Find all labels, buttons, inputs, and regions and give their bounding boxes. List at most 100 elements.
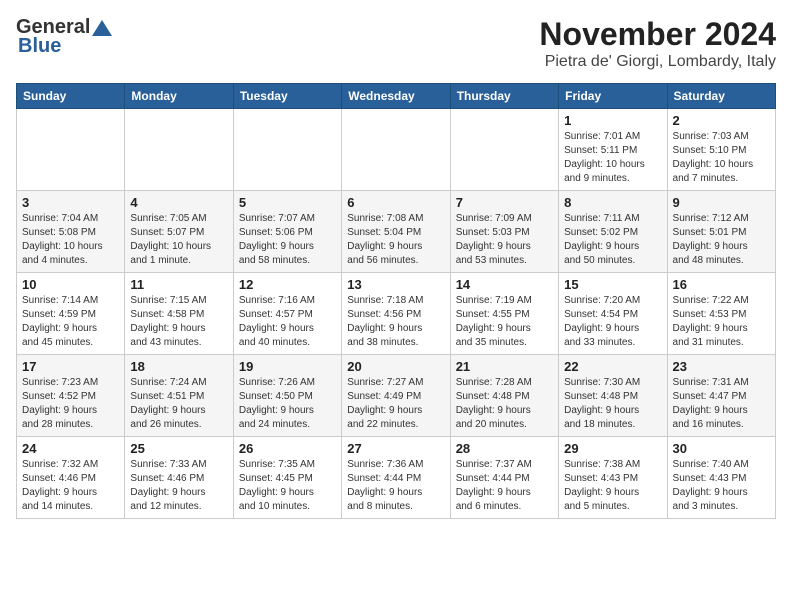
- location-subtitle: Pietra de' Giorgi, Lombardy, Italy: [539, 53, 776, 71]
- weekday-header-thursday: Thursday: [450, 84, 558, 109]
- week-row-1: 1Sunrise: 7:01 AM Sunset: 5:11 PM Daylig…: [17, 109, 776, 191]
- day-number: 21: [456, 359, 553, 374]
- day-info: Sunrise: 7:09 AM Sunset: 5:03 PM Dayligh…: [456, 212, 553, 268]
- day-number: 13: [347, 277, 444, 292]
- day-info: Sunrise: 7:08 AM Sunset: 5:04 PM Dayligh…: [347, 212, 444, 268]
- day-number: 29: [564, 441, 661, 456]
- calendar-cell: 19Sunrise: 7:26 AM Sunset: 4:50 PM Dayli…: [233, 355, 341, 437]
- calendar-cell: 16Sunrise: 7:22 AM Sunset: 4:53 PM Dayli…: [667, 273, 775, 355]
- calendar-cell: 9Sunrise: 7:12 AM Sunset: 5:01 PM Daylig…: [667, 191, 775, 273]
- day-info: Sunrise: 7:36 AM Sunset: 4:44 PM Dayligh…: [347, 458, 444, 514]
- day-number: 27: [347, 441, 444, 456]
- weekday-header-monday: Monday: [125, 84, 233, 109]
- day-number: 5: [239, 195, 336, 210]
- day-info: Sunrise: 7:18 AM Sunset: 4:56 PM Dayligh…: [347, 294, 444, 350]
- calendar-cell: 14 Sunrise: 7:19 AM Sunset: 4:55 PM Dayli…: [450, 273, 558, 355]
- day-info: Sunrise: 7:16 AM Sunset: 4:57 PM Dayligh…: [239, 294, 336, 350]
- day-info: Sunrise: 7:05 AM Sunset: 5:07 PM Dayligh…: [130, 212, 227, 268]
- calendar-cell: 2 Sunrise: 7:03 AM Sunset: 5:10 PM Daylig…: [667, 109, 775, 191]
- day-number: 11: [130, 277, 227, 292]
- day-info: Sunrise: 7:11 AM Sunset: 5:02 PM Dayligh…: [564, 212, 661, 268]
- logo: General Blue: [16, 16, 112, 58]
- calendar-cell: 12 Sunrise: 7:16 AM Sunset: 4:57 PM Dayli…: [233, 273, 341, 355]
- day-info: Sunrise: 7:26 AM Sunset: 4:50 PM Dayligh…: [239, 376, 336, 432]
- day-info: Sunrise: 7:27 AM Sunset: 4:49 PM Dayligh…: [347, 376, 444, 432]
- week-row-3: 10 Sunrise: 7:14 AM Sunset: 4:59 PM Dayli…: [17, 273, 776, 355]
- calendar-table: SundayMondayTuesdayWednesdayThursdayFrid…: [16, 83, 776, 519]
- day-number: 2: [673, 113, 770, 128]
- day-number: 10: [22, 277, 119, 292]
- day-number: 6: [347, 195, 444, 210]
- day-info: Sunrise: 7:37 AM Sunset: 4:44 PM Dayligh…: [456, 458, 553, 514]
- weekday-header-friday: Friday: [559, 84, 667, 109]
- calendar-cell: 17 Sunrise: 7:23 AM Sunset: 4:52 PM Dayli…: [17, 355, 125, 437]
- day-number: 28: [456, 441, 553, 456]
- calendar-cell: 5 Sunrise: 7:07 AM Sunset: 5:06 PM Daylig…: [233, 191, 341, 273]
- calendar-cell: 8 Sunrise: 7:11 AM Sunset: 5:02 PM Daylig…: [559, 191, 667, 273]
- calendar-cell: 18 Sunrise: 7:24 AM Sunset: 4:51 PM Dayli…: [125, 355, 233, 437]
- title-section: November 2024 Pietra de' Giorgi, Lombard…: [539, 16, 776, 71]
- calendar-cell: 22 Sunrise: 7:30 AM Sunset: 4:48 PM Dayli…: [559, 355, 667, 437]
- day-number: 12: [239, 277, 336, 292]
- calendar-cell: 24 Sunrise: 7:32 AM Sunset: 4:46 PM Dayli…: [17, 437, 125, 519]
- calendar-cell: [233, 109, 341, 191]
- day-number: 4: [130, 195, 227, 210]
- day-info: Sunrise: 7:30 AM Sunset: 4:48 PM Dayligh…: [564, 376, 661, 432]
- calendar-cell: 26Sunrise: 7:35 AM Sunset: 4:45 PM Dayli…: [233, 437, 341, 519]
- day-info: Sunrise: 7:38 AM Sunset: 4:43 PM Dayligh…: [564, 458, 661, 514]
- calendar-cell: 1Sunrise: 7:01 AM Sunset: 5:11 PM Daylig…: [559, 109, 667, 191]
- day-number: 25: [130, 441, 227, 456]
- day-number: 16: [673, 277, 770, 292]
- day-info: Sunrise: 7:03 AM Sunset: 5:10 PM Dayligh…: [673, 130, 770, 186]
- day-info: Sunrise: 7:07 AM Sunset: 5:06 PM Dayligh…: [239, 212, 336, 268]
- day-number: 22: [564, 359, 661, 374]
- calendar-cell: 27 Sunrise: 7:36 AM Sunset: 4:44 PM Dayli…: [342, 437, 450, 519]
- day-info: Sunrise: 7:14 AM Sunset: 4:59 PM Dayligh…: [22, 294, 119, 350]
- day-info: Sunrise: 7:15 AM Sunset: 4:58 PM Dayligh…: [130, 294, 227, 350]
- day-number: 17: [22, 359, 119, 374]
- day-number: 8: [564, 195, 661, 210]
- day-number: 9: [673, 195, 770, 210]
- day-number: 14: [456, 277, 553, 292]
- calendar-cell: 13 Sunrise: 7:18 AM Sunset: 4:56 PM Dayli…: [342, 273, 450, 355]
- logo-blue-text: Blue: [18, 35, 61, 58]
- calendar-cell: 4 Sunrise: 7:05 AM Sunset: 5:07 PM Daylig…: [125, 191, 233, 273]
- day-number: 20: [347, 359, 444, 374]
- calendar-cell: 25Sunrise: 7:33 AM Sunset: 4:46 PM Dayli…: [125, 437, 233, 519]
- calendar-cell: 3 Sunrise: 7:04 AM Sunset: 5:08 PM Daylig…: [17, 191, 125, 273]
- day-number: 18: [130, 359, 227, 374]
- day-number: 24: [22, 441, 119, 456]
- page-header: General Blue November 2024 Pietra de' Gi…: [16, 16, 776, 71]
- day-info: Sunrise: 7:19 AM Sunset: 4:55 PM Dayligh…: [456, 294, 553, 350]
- week-row-2: 3 Sunrise: 7:04 AM Sunset: 5:08 PM Daylig…: [17, 191, 776, 273]
- weekday-header-wednesday: Wednesday: [342, 84, 450, 109]
- weekday-header-saturday: Saturday: [667, 84, 775, 109]
- day-info: Sunrise: 7:32 AM Sunset: 4:46 PM Dayligh…: [22, 458, 119, 514]
- day-number: 1: [564, 113, 661, 128]
- month-title: November 2024: [539, 16, 776, 53]
- calendar-cell: [125, 109, 233, 191]
- calendar-cell: 21Sunrise: 7:28 AM Sunset: 4:48 PM Dayli…: [450, 355, 558, 437]
- day-info: Sunrise: 7:23 AM Sunset: 4:52 PM Dayligh…: [22, 376, 119, 432]
- calendar-cell: 6 Sunrise: 7:08 AM Sunset: 5:04 PM Daylig…: [342, 191, 450, 273]
- day-number: 26: [239, 441, 336, 456]
- calendar-cell: 10 Sunrise: 7:14 AM Sunset: 4:59 PM Dayli…: [17, 273, 125, 355]
- calendar-cell: 23Sunrise: 7:31 AM Sunset: 4:47 PM Dayli…: [667, 355, 775, 437]
- day-info: Sunrise: 7:04 AM Sunset: 5:08 PM Dayligh…: [22, 212, 119, 268]
- day-number: 3: [22, 195, 119, 210]
- week-row-4: 17 Sunrise: 7:23 AM Sunset: 4:52 PM Dayli…: [17, 355, 776, 437]
- day-number: 30: [673, 441, 770, 456]
- calendar-cell: 20 Sunrise: 7:27 AM Sunset: 4:49 PM Dayli…: [342, 355, 450, 437]
- day-info: Sunrise: 7:20 AM Sunset: 4:54 PM Dayligh…: [564, 294, 661, 350]
- day-info: Sunrise: 7:24 AM Sunset: 4:51 PM Dayligh…: [130, 376, 227, 432]
- weekday-header-tuesday: Tuesday: [233, 84, 341, 109]
- weekday-header-row: SundayMondayTuesdayWednesdayThursdayFrid…: [17, 84, 776, 109]
- calendar-cell: 11 Sunrise: 7:15 AM Sunset: 4:58 PM Dayli…: [125, 273, 233, 355]
- calendar-cell: [450, 109, 558, 191]
- calendar-cell: [17, 109, 125, 191]
- day-info: Sunrise: 7:40 AM Sunset: 4:43 PM Dayligh…: [673, 458, 770, 514]
- calendar-cell: [342, 109, 450, 191]
- day-info: Sunrise: 7:31 AM Sunset: 4:47 PM Dayligh…: [673, 376, 770, 432]
- calendar-cell: 29 Sunrise: 7:38 AM Sunset: 4:43 PM Dayli…: [559, 437, 667, 519]
- calendar-cell: 7Sunrise: 7:09 AM Sunset: 5:03 PM Daylig…: [450, 191, 558, 273]
